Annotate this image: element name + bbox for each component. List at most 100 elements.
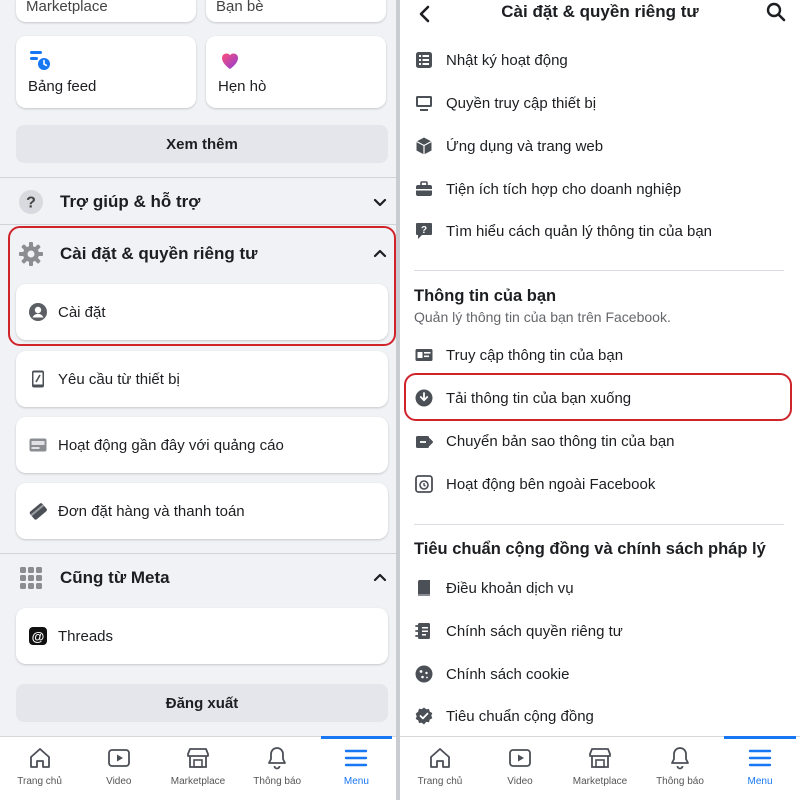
setting-label: Hoạt động gần đây với quảng cáo xyxy=(58,436,284,454)
item-label: Tiêu chuẩn cộng đồng xyxy=(446,707,594,725)
item-label: Quyền truy cập thiết bị xyxy=(446,94,597,112)
shortcut-dating[interactable]: Hẹn hò xyxy=(206,36,386,108)
orders-payments-item[interactable]: Đơn đặt hàng và thanh toán xyxy=(16,483,388,539)
item-label: Tải thông tin của bạn xuống xyxy=(446,389,632,407)
settings-section-header[interactable]: Cài đặt & quyền riêng tư xyxy=(16,232,388,276)
page-title: Cài đặt & quyền riêng tư xyxy=(501,2,699,21)
item-label: Điều khoản dịch vụ xyxy=(446,579,574,597)
cookie-policy-item[interactable]: Chính sách cookie xyxy=(414,656,784,692)
threads-item[interactable]: @ Threads xyxy=(16,608,388,664)
item-label: Nhật ký hoạt động xyxy=(446,51,568,69)
divider xyxy=(414,270,784,271)
menu-panel: Marketplace Bạn bè Bảng feed Hẹn hò Xem … xyxy=(0,0,400,800)
svg-text:?: ? xyxy=(421,225,427,236)
terms-book-icon xyxy=(414,578,434,598)
ad-activity-icon xyxy=(28,435,48,455)
tab-label: Marketplace xyxy=(170,776,226,787)
apps-websites-item[interactable]: Ứng dụng và trang web xyxy=(414,128,784,164)
help-bubble-icon: ? xyxy=(414,221,434,241)
shortcut-marketplace[interactable]: Marketplace xyxy=(16,0,196,22)
off-facebook-activity-item[interactable]: Hoạt động bên ngoài Facebook xyxy=(414,466,784,502)
tab-label: Menu xyxy=(343,776,369,787)
divider xyxy=(0,224,396,225)
help-icon: ? xyxy=(16,187,46,217)
device-requests-item[interactable]: Yêu cầu từ thiết bị xyxy=(16,351,388,407)
divider xyxy=(414,524,784,525)
terms-of-service-item[interactable]: Điều khoản dịch vụ xyxy=(414,570,784,606)
tab-label: Thông báo xyxy=(253,776,302,787)
profile-settings-icon xyxy=(28,302,48,322)
tab-label: Thông báo xyxy=(656,776,704,787)
item-label: Tìm hiểu cách quản lý thông tin của bạn xyxy=(446,222,713,240)
bottom-tab-bar: Trang chủ Video Marketplace Thông báo Me… xyxy=(400,736,800,800)
threads-icon: @ xyxy=(28,626,48,646)
transfer-copy-item[interactable]: Chuyển bản sao thông tin của bạn xyxy=(414,423,784,459)
shortcut-friends[interactable]: Bạn bè xyxy=(206,0,386,22)
section-subtitle: Quản lý thông tin của bạn trên Facebook. xyxy=(414,309,671,325)
svg-text:?: ? xyxy=(26,195,36,212)
access-your-info-item[interactable]: Truy cập thông tin của bạn xyxy=(414,337,784,373)
transfer-icon xyxy=(414,431,434,451)
search-icon[interactable] xyxy=(766,2,786,22)
help-section-header[interactable]: ? Trợ giúp & hỗ trợ xyxy=(16,180,388,224)
activity-log-item[interactable]: Nhật ký hoạt động xyxy=(414,42,784,78)
bottom-tab-bar: Trang chủ Video Marketplace Thông báo Me… xyxy=(0,736,396,800)
shortcut-feed[interactable]: Bảng feed xyxy=(16,36,196,108)
privacy-policy-icon xyxy=(414,621,434,641)
tab-menu[interactable]: Menu xyxy=(720,736,800,800)
shortcut-label: Bạn bè xyxy=(216,0,264,15)
id-card-icon xyxy=(414,345,434,365)
section-heading: Tiêu chuẩn cộng đồng và chính sách pháp … xyxy=(414,540,766,558)
item-label: Chính sách cookie xyxy=(446,665,570,683)
setting-label: Yêu cầu từ thiết bị xyxy=(58,370,180,388)
meta-grid-icon xyxy=(16,563,46,593)
ad-activity-item[interactable]: Hoạt động gần đây với quảng cáo xyxy=(16,417,388,473)
item-label: Tiện ích tích hợp cho doanh nghiệp xyxy=(446,180,682,198)
device-access-icon xyxy=(414,93,434,113)
chevron-up-icon xyxy=(372,570,388,586)
feed-icon xyxy=(28,48,52,72)
tab-menu[interactable]: Menu xyxy=(317,736,396,800)
tab-video[interactable]: Video xyxy=(79,737,158,800)
section-heading: Thông tin của bạn xyxy=(414,287,557,305)
tab-notifications[interactable]: Thông báo xyxy=(640,737,720,800)
tab-marketplace[interactable]: Marketplace xyxy=(560,737,640,800)
video-icon xyxy=(106,745,132,771)
shortcut-label: Bảng feed xyxy=(28,78,97,95)
tab-home[interactable]: Trang chủ xyxy=(400,737,480,800)
off-facebook-icon xyxy=(414,474,434,494)
privacy-policy-item[interactable]: Chính sách quyền riêng tư xyxy=(414,613,784,649)
see-more-button[interactable]: Xem thêm xyxy=(16,125,388,163)
dating-heart-icon xyxy=(218,48,242,72)
chevron-up-icon xyxy=(372,246,388,262)
tab-video[interactable]: Video xyxy=(480,737,560,800)
tab-home[interactable]: Trang chủ xyxy=(0,737,79,800)
section-label: Trợ giúp & hỗ trợ xyxy=(60,192,201,211)
meta-section-header[interactable]: Cũng từ Meta xyxy=(16,556,388,600)
svg-text:@: @ xyxy=(32,629,45,644)
briefcase-icon xyxy=(414,179,434,199)
community-standards-item[interactable]: Tiêu chuẩn cộng đồng xyxy=(414,698,784,734)
home-icon xyxy=(27,745,53,771)
logout-button[interactable]: Đăng xuất xyxy=(16,684,388,722)
menu-icon xyxy=(747,745,773,771)
learn-manage-info-item[interactable]: ? Tìm hiểu cách quản lý thông tin của bạ… xyxy=(414,213,784,249)
tab-marketplace[interactable]: Marketplace xyxy=(158,737,237,800)
bell-icon xyxy=(667,745,693,771)
section-label: Cũng từ Meta xyxy=(60,568,170,587)
divider xyxy=(0,553,396,554)
marketplace-icon xyxy=(185,745,211,771)
tab-notifications[interactable]: Thông báo xyxy=(238,737,317,800)
item-label: Chính sách quyền riêng tư xyxy=(446,622,623,640)
section-label: Cài đặt & quyền riêng tư xyxy=(60,244,258,263)
tab-label: Marketplace xyxy=(572,776,628,787)
business-integrations-item[interactable]: Tiện ích tích hợp cho doanh nghiệp xyxy=(414,171,784,207)
tab-label: Trang chủ xyxy=(17,776,62,787)
tab-label: Menu xyxy=(747,776,773,787)
tab-label: Video xyxy=(106,776,132,787)
download-your-info-item[interactable]: Tải thông tin của bạn xuống xyxy=(414,380,784,416)
marketplace-icon xyxy=(587,745,613,771)
settings-item[interactable]: Cài đặt xyxy=(16,284,388,340)
community-badge-icon xyxy=(414,706,434,726)
device-access-item[interactable]: Quyền truy cập thiết bị xyxy=(414,85,784,121)
